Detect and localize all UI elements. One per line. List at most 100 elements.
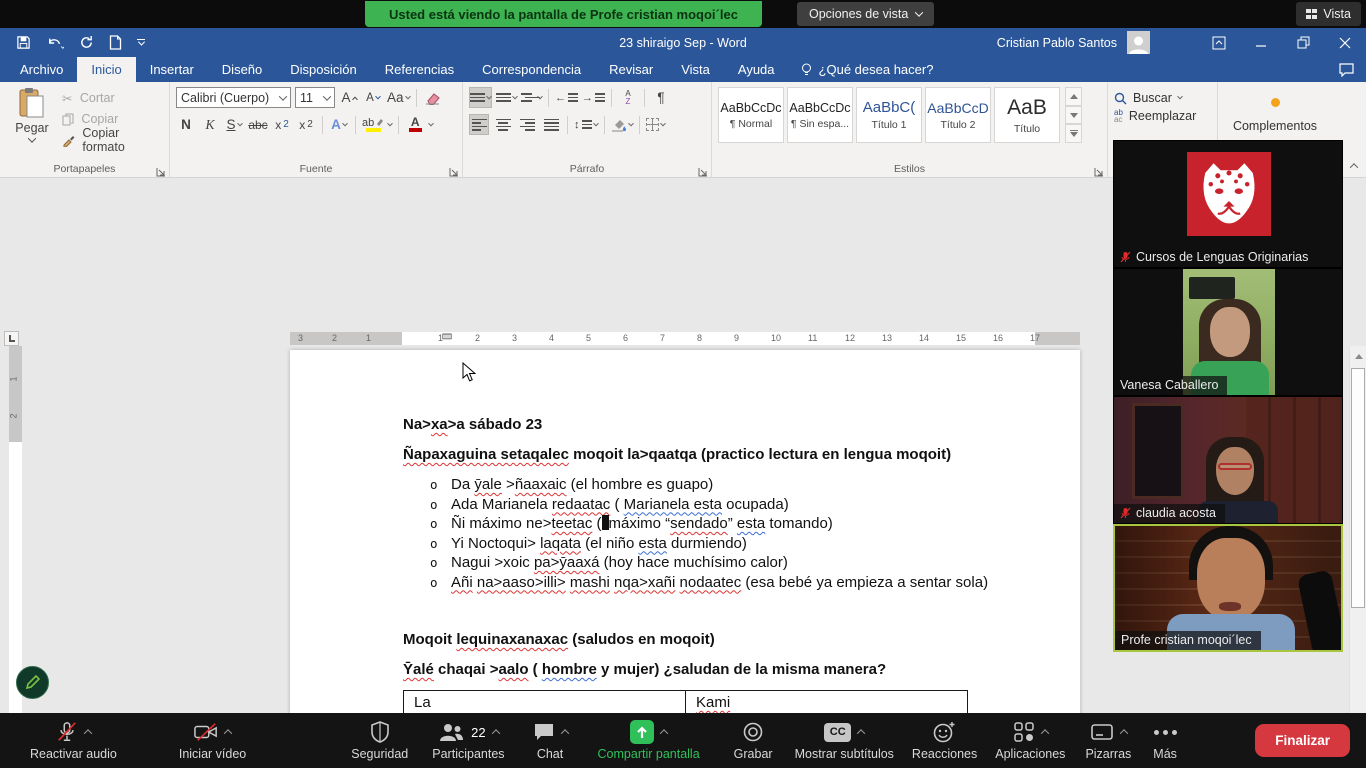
whiteboards-button[interactable]: Pizarras (1085, 720, 1131, 761)
tab-insertar[interactable]: Insertar (136, 57, 208, 82)
apps-caret[interactable] (1041, 729, 1049, 737)
captions-button[interactable]: CC Mostrar subtítulos (795, 720, 894, 761)
style-no-spacing[interactable]: AaBbCcDc¶ Sin espa... (787, 87, 853, 143)
cut-button[interactable]: ✂ Cortar (62, 89, 165, 107)
collapse-ribbon-button[interactable] (1350, 163, 1358, 171)
sort-button[interactable]: AZ (618, 87, 638, 108)
font-color-button[interactable]: A (405, 114, 425, 135)
view-options-button[interactable]: Opciones de vista (797, 2, 934, 26)
whiteboards-caret[interactable] (1120, 729, 1128, 737)
change-case-button[interactable]: Aa (387, 87, 410, 108)
scrollbar-thumb[interactable] (1351, 368, 1365, 608)
font-family-select[interactable]: Calibri (Cuerpo) (176, 87, 291, 108)
shrink-font-button[interactable]: A (363, 87, 383, 108)
video-options-caret[interactable] (224, 729, 232, 737)
highlight-button[interactable]: ab (362, 114, 384, 135)
font-dialog-launcher[interactable] (449, 164, 459, 174)
styles-scroll-up[interactable] (1065, 87, 1082, 106)
grow-font-button[interactable]: A (339, 87, 359, 108)
tab-inicio[interactable]: Inicio (77, 57, 135, 82)
tab-diseno[interactable]: Diseño (208, 57, 276, 82)
tab-ayuda[interactable]: Ayuda (724, 57, 789, 82)
align-right-button[interactable] (517, 114, 537, 135)
format-painter-button[interactable]: Copiar formato (62, 131, 165, 149)
tab-disposicion[interactable]: Disposición (276, 57, 370, 82)
borders-button[interactable] (646, 114, 666, 135)
find-button[interactable]: Buscar (1114, 91, 1213, 105)
video-tile-cursos[interactable]: Cursos de Lenguas Originarias (1113, 140, 1343, 268)
comments-icon[interactable] (1339, 63, 1354, 77)
tab-correspondencia[interactable]: Correspondencia (468, 57, 595, 82)
captions-caret[interactable] (857, 729, 865, 737)
video-tile-profe-cristian[interactable]: Profe cristian moqoi´lec (1113, 524, 1343, 652)
style-heading1[interactable]: AaBbC(Título 1 (856, 87, 922, 143)
paragraph-dialog-launcher[interactable] (698, 164, 708, 174)
subscript-button[interactable]: x2 (272, 114, 292, 135)
unmute-button[interactable]: Reactivar audio (30, 720, 117, 761)
replace-button[interactable]: abacReemplazar (1114, 109, 1213, 123)
tell-me-box[interactable]: ¿Qué desea hacer? (789, 57, 946, 82)
vertical-ruler[interactable]: 12 (9, 346, 22, 768)
account-area[interactable]: Cristian Pablo Santos (997, 28, 1150, 57)
underline-button[interactable]: S (224, 114, 244, 135)
video-tile-claudia[interactable]: claudia acosta (1113, 396, 1343, 524)
vertical-scrollbar[interactable] (1349, 346, 1366, 768)
paste-button[interactable]: Pegar (6, 87, 58, 160)
font-size-select[interactable]: 11 (295, 87, 335, 108)
chat-caret[interactable] (560, 729, 568, 737)
horizontal-ruler[interactable]: 3211234567891011121314151617 (290, 332, 1080, 345)
style-normal[interactable]: AaBbCcDc¶ Normal (718, 87, 784, 143)
restore-button[interactable] (1282, 28, 1324, 57)
vista-button[interactable]: Vista (1296, 2, 1361, 26)
scroll-up-button[interactable] (1350, 348, 1366, 364)
share-caret[interactable] (660, 729, 668, 737)
superscript-button[interactable]: x2 (296, 114, 316, 135)
text-effects-button[interactable]: A (329, 114, 349, 135)
tab-referencias[interactable]: Referencias (371, 57, 468, 82)
styles-gallery-more[interactable] (1065, 124, 1082, 143)
tab-archivo[interactable]: Archivo (6, 57, 77, 82)
record-button[interactable]: Grabar (734, 720, 773, 761)
participants-caret[interactable] (491, 729, 499, 737)
multilevel-list-button[interactable] (521, 87, 542, 108)
start-video-button[interactable]: Iniciar vídeo (179, 720, 246, 761)
ribbon-display-options-button[interactable] (1198, 28, 1240, 57)
styles-scroll-down[interactable] (1065, 106, 1082, 125)
avatar[interactable] (1127, 31, 1150, 54)
document-page[interactable]: Na>xa>a sábado 23Ñapaxaguina setaqalec m… (290, 350, 1080, 768)
apps-button[interactable]: Aplicaciones (995, 720, 1065, 761)
style-title[interactable]: AaBTítulo (994, 87, 1060, 143)
align-left-button[interactable] (469, 114, 489, 135)
bullets-button[interactable] (469, 87, 492, 108)
clear-formatting-button[interactable] (423, 87, 443, 108)
participants-button[interactable]: 22 Participantes (432, 720, 504, 761)
close-button[interactable] (1324, 28, 1366, 57)
shading-button[interactable] (611, 114, 633, 135)
chat-button[interactable]: Chat (533, 720, 568, 761)
security-button[interactable]: Seguridad (351, 720, 408, 761)
increase-indent-button[interactable]: → (582, 87, 605, 108)
annotation-pencil-button[interactable] (16, 666, 49, 699)
style-heading2[interactable]: AaBbCcDTítulo 2 (925, 87, 991, 143)
clipboard-dialog-launcher[interactable] (156, 164, 166, 174)
share-screen-button[interactable]: Compartir pantalla (598, 720, 700, 761)
justify-button[interactable] (541, 114, 561, 135)
numbering-button[interactable] (496, 87, 517, 108)
tab-selector[interactable] (4, 331, 19, 346)
align-center-button[interactable] (493, 114, 513, 135)
minimize-button[interactable] (1240, 28, 1282, 57)
styles-dialog-launcher[interactable] (1094, 164, 1104, 174)
video-tile-vanesa[interactable]: Vanesa Caballero (1113, 268, 1343, 396)
audio-options-caret[interactable] (84, 729, 92, 737)
italic-button[interactable]: K (200, 114, 220, 135)
line-spacing-button[interactable]: ↕ (574, 114, 598, 135)
tab-vista[interactable]: Vista (667, 57, 724, 82)
bold-button[interactable]: N (176, 114, 196, 135)
strikethrough-button[interactable]: abc (248, 114, 268, 135)
show-marks-button[interactable]: ¶ (651, 87, 671, 108)
decrease-indent-button[interactable]: ← (555, 87, 578, 108)
tab-revisar[interactable]: Revisar (595, 57, 667, 82)
end-meeting-button[interactable]: Finalizar (1255, 724, 1350, 757)
more-button[interactable]: Más (1153, 720, 1177, 761)
reactions-button[interactable]: Reacciones (912, 720, 977, 761)
